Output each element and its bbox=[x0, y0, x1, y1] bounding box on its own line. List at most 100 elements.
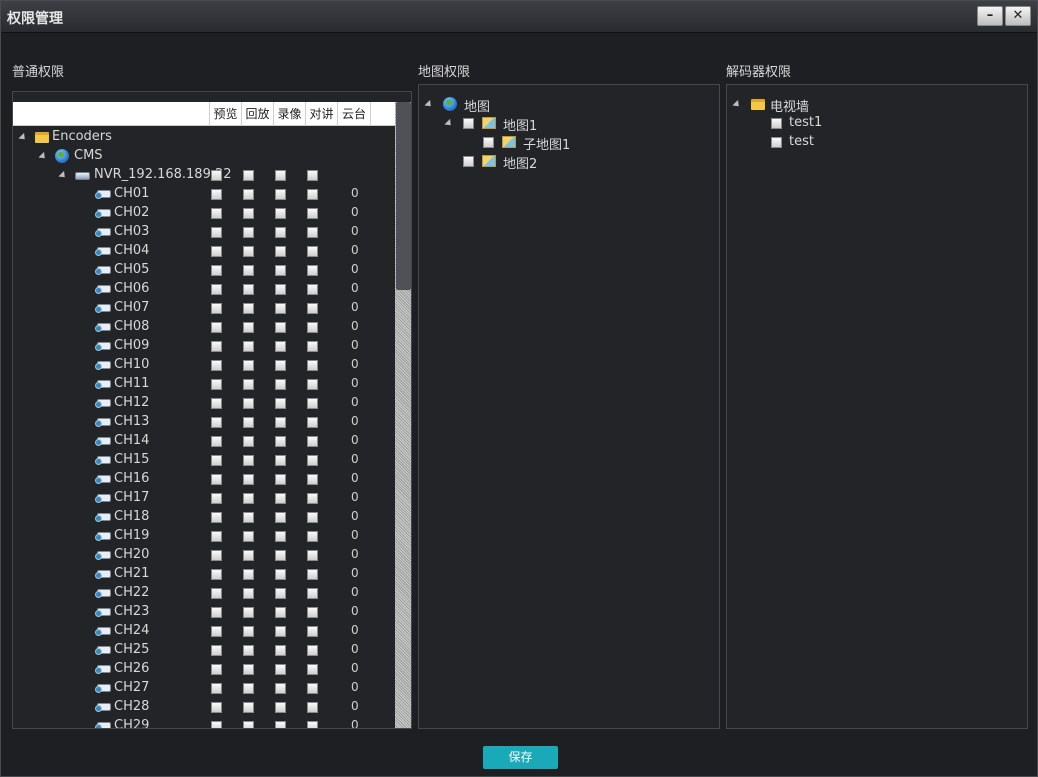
channel-checkbox[interactable] bbox=[275, 607, 286, 618]
channel-checkbox[interactable] bbox=[275, 626, 286, 637]
test1-checkbox[interactable] bbox=[771, 118, 782, 129]
channel-checkbox[interactable] bbox=[243, 569, 254, 580]
channel-row[interactable]: CH28 0 bbox=[13, 698, 395, 717]
decoder-item-row[interactable]: test1 bbox=[727, 114, 1027, 133]
map1-row[interactable]: 地图1 bbox=[419, 114, 719, 134]
channel-checkbox[interactable] bbox=[307, 664, 318, 675]
channel-checkbox[interactable] bbox=[275, 322, 286, 333]
channel-checkbox[interactable] bbox=[243, 455, 254, 466]
channel-checkbox[interactable] bbox=[275, 664, 286, 675]
map1-checkbox[interactable] bbox=[463, 118, 474, 129]
channel-checkbox[interactable] bbox=[275, 208, 286, 219]
channel-checkbox[interactable] bbox=[243, 303, 254, 314]
channel-checkbox[interactable] bbox=[307, 455, 318, 466]
channel-checkbox[interactable] bbox=[211, 265, 222, 276]
channel-checkbox[interactable] bbox=[211, 341, 222, 352]
channel-checkbox[interactable] bbox=[243, 379, 254, 390]
channel-checkbox[interactable] bbox=[243, 265, 254, 276]
channel-checkbox[interactable] bbox=[275, 227, 286, 238]
decoder-item-row[interactable]: test bbox=[727, 133, 1027, 152]
channel-checkbox[interactable] bbox=[211, 683, 222, 694]
channel-checkbox[interactable] bbox=[307, 493, 318, 504]
channel-checkbox[interactable] bbox=[275, 721, 286, 728]
channel-checkbox[interactable] bbox=[307, 588, 318, 599]
channel-row[interactable]: CH29 0 bbox=[13, 717, 395, 728]
channel-row[interactable]: CH14 0 bbox=[13, 432, 395, 451]
channel-checkbox[interactable] bbox=[243, 493, 254, 504]
channel-checkbox[interactable] bbox=[307, 607, 318, 618]
channel-checkbox[interactable] bbox=[211, 588, 222, 599]
channel-checkbox[interactable] bbox=[243, 246, 254, 257]
channel-checkbox[interactable] bbox=[275, 303, 286, 314]
channel-checkbox[interactable] bbox=[211, 189, 222, 200]
channel-row[interactable]: CH18 0 bbox=[13, 508, 395, 527]
channel-checkbox[interactable] bbox=[243, 702, 254, 713]
map-root-row[interactable]: 地图 bbox=[419, 95, 719, 115]
channel-row[interactable]: CH19 0 bbox=[13, 527, 395, 546]
channel-checkbox[interactable] bbox=[243, 398, 254, 409]
channel-row[interactable]: CH22 0 bbox=[13, 584, 395, 603]
channel-checkbox[interactable] bbox=[243, 550, 254, 561]
channel-checkbox[interactable] bbox=[307, 322, 318, 333]
channel-checkbox[interactable] bbox=[211, 664, 222, 675]
channel-checkbox[interactable] bbox=[243, 683, 254, 694]
channel-checkbox[interactable] bbox=[211, 417, 222, 428]
channel-checkbox[interactable] bbox=[211, 569, 222, 580]
channel-checkbox[interactable] bbox=[211, 626, 222, 637]
channel-row[interactable]: CH10 0 bbox=[13, 356, 395, 375]
nvr-checkbox-2[interactable] bbox=[275, 170, 286, 181]
channel-row[interactable]: CH21 0 bbox=[13, 565, 395, 584]
channel-checkbox[interactable] bbox=[243, 531, 254, 542]
nvr-checkbox-3[interactable] bbox=[307, 170, 318, 181]
submap1-checkbox[interactable] bbox=[483, 137, 494, 148]
channel-checkbox[interactable] bbox=[275, 550, 286, 561]
nvr-checkbox-0[interactable] bbox=[211, 170, 222, 181]
channel-checkbox[interactable] bbox=[275, 417, 286, 428]
channel-row[interactable]: CH13 0 bbox=[13, 413, 395, 432]
channel-row[interactable]: CH17 0 bbox=[13, 489, 395, 508]
channel-checkbox[interactable] bbox=[211, 721, 222, 728]
expand-arrow-icon[interactable] bbox=[444, 118, 454, 129]
channel-checkbox[interactable] bbox=[243, 341, 254, 352]
channel-checkbox[interactable] bbox=[275, 569, 286, 580]
vertical-scrollbar[interactable] bbox=[395, 102, 411, 728]
channel-checkbox[interactable] bbox=[307, 721, 318, 728]
channel-checkbox[interactable] bbox=[275, 493, 286, 504]
channel-row[interactable]: CH16 0 bbox=[13, 470, 395, 489]
map2-checkbox[interactable] bbox=[463, 156, 474, 167]
test-checkbox[interactable] bbox=[771, 137, 782, 148]
map2-row[interactable]: 地图2 bbox=[419, 152, 719, 172]
channel-checkbox[interactable] bbox=[211, 493, 222, 504]
submap1-row[interactable]: 子地图1 bbox=[419, 133, 719, 153]
channel-row[interactable]: CH11 0 bbox=[13, 375, 395, 394]
channel-checkbox[interactable] bbox=[275, 265, 286, 276]
encoders-row[interactable]: Encoders bbox=[13, 128, 395, 147]
save-button[interactable]: 保存 bbox=[483, 746, 558, 769]
channel-checkbox[interactable] bbox=[211, 322, 222, 333]
channel-checkbox[interactable] bbox=[243, 721, 254, 728]
channel-row[interactable]: CH05 0 bbox=[13, 261, 395, 280]
channel-checkbox[interactable] bbox=[307, 303, 318, 314]
channel-checkbox[interactable] bbox=[243, 626, 254, 637]
channel-row[interactable]: CH12 0 bbox=[13, 394, 395, 413]
channel-checkbox[interactable] bbox=[211, 702, 222, 713]
channel-checkbox[interactable] bbox=[275, 379, 286, 390]
expand-arrow-icon[interactable] bbox=[18, 132, 28, 143]
channel-checkbox[interactable] bbox=[307, 569, 318, 580]
channel-checkbox[interactable] bbox=[211, 550, 222, 561]
tvwall-row[interactable]: 电视墙 bbox=[727, 95, 1027, 115]
channel-row[interactable]: CH26 0 bbox=[13, 660, 395, 679]
channel-checkbox[interactable] bbox=[307, 645, 318, 656]
column-intercom[interactable]: 对讲 bbox=[305, 102, 337, 126]
channel-checkbox[interactable] bbox=[211, 360, 222, 371]
channel-checkbox[interactable] bbox=[307, 227, 318, 238]
channel-checkbox[interactable] bbox=[211, 645, 222, 656]
channel-checkbox[interactable] bbox=[211, 284, 222, 295]
scrollbar-thumb[interactable] bbox=[396, 102, 411, 290]
channel-checkbox[interactable] bbox=[307, 246, 318, 257]
channel-checkbox[interactable] bbox=[307, 683, 318, 694]
channel-checkbox[interactable] bbox=[243, 189, 254, 200]
channel-checkbox[interactable] bbox=[307, 379, 318, 390]
column-record[interactable]: 录像 bbox=[273, 102, 305, 126]
channel-checkbox[interactable] bbox=[307, 398, 318, 409]
